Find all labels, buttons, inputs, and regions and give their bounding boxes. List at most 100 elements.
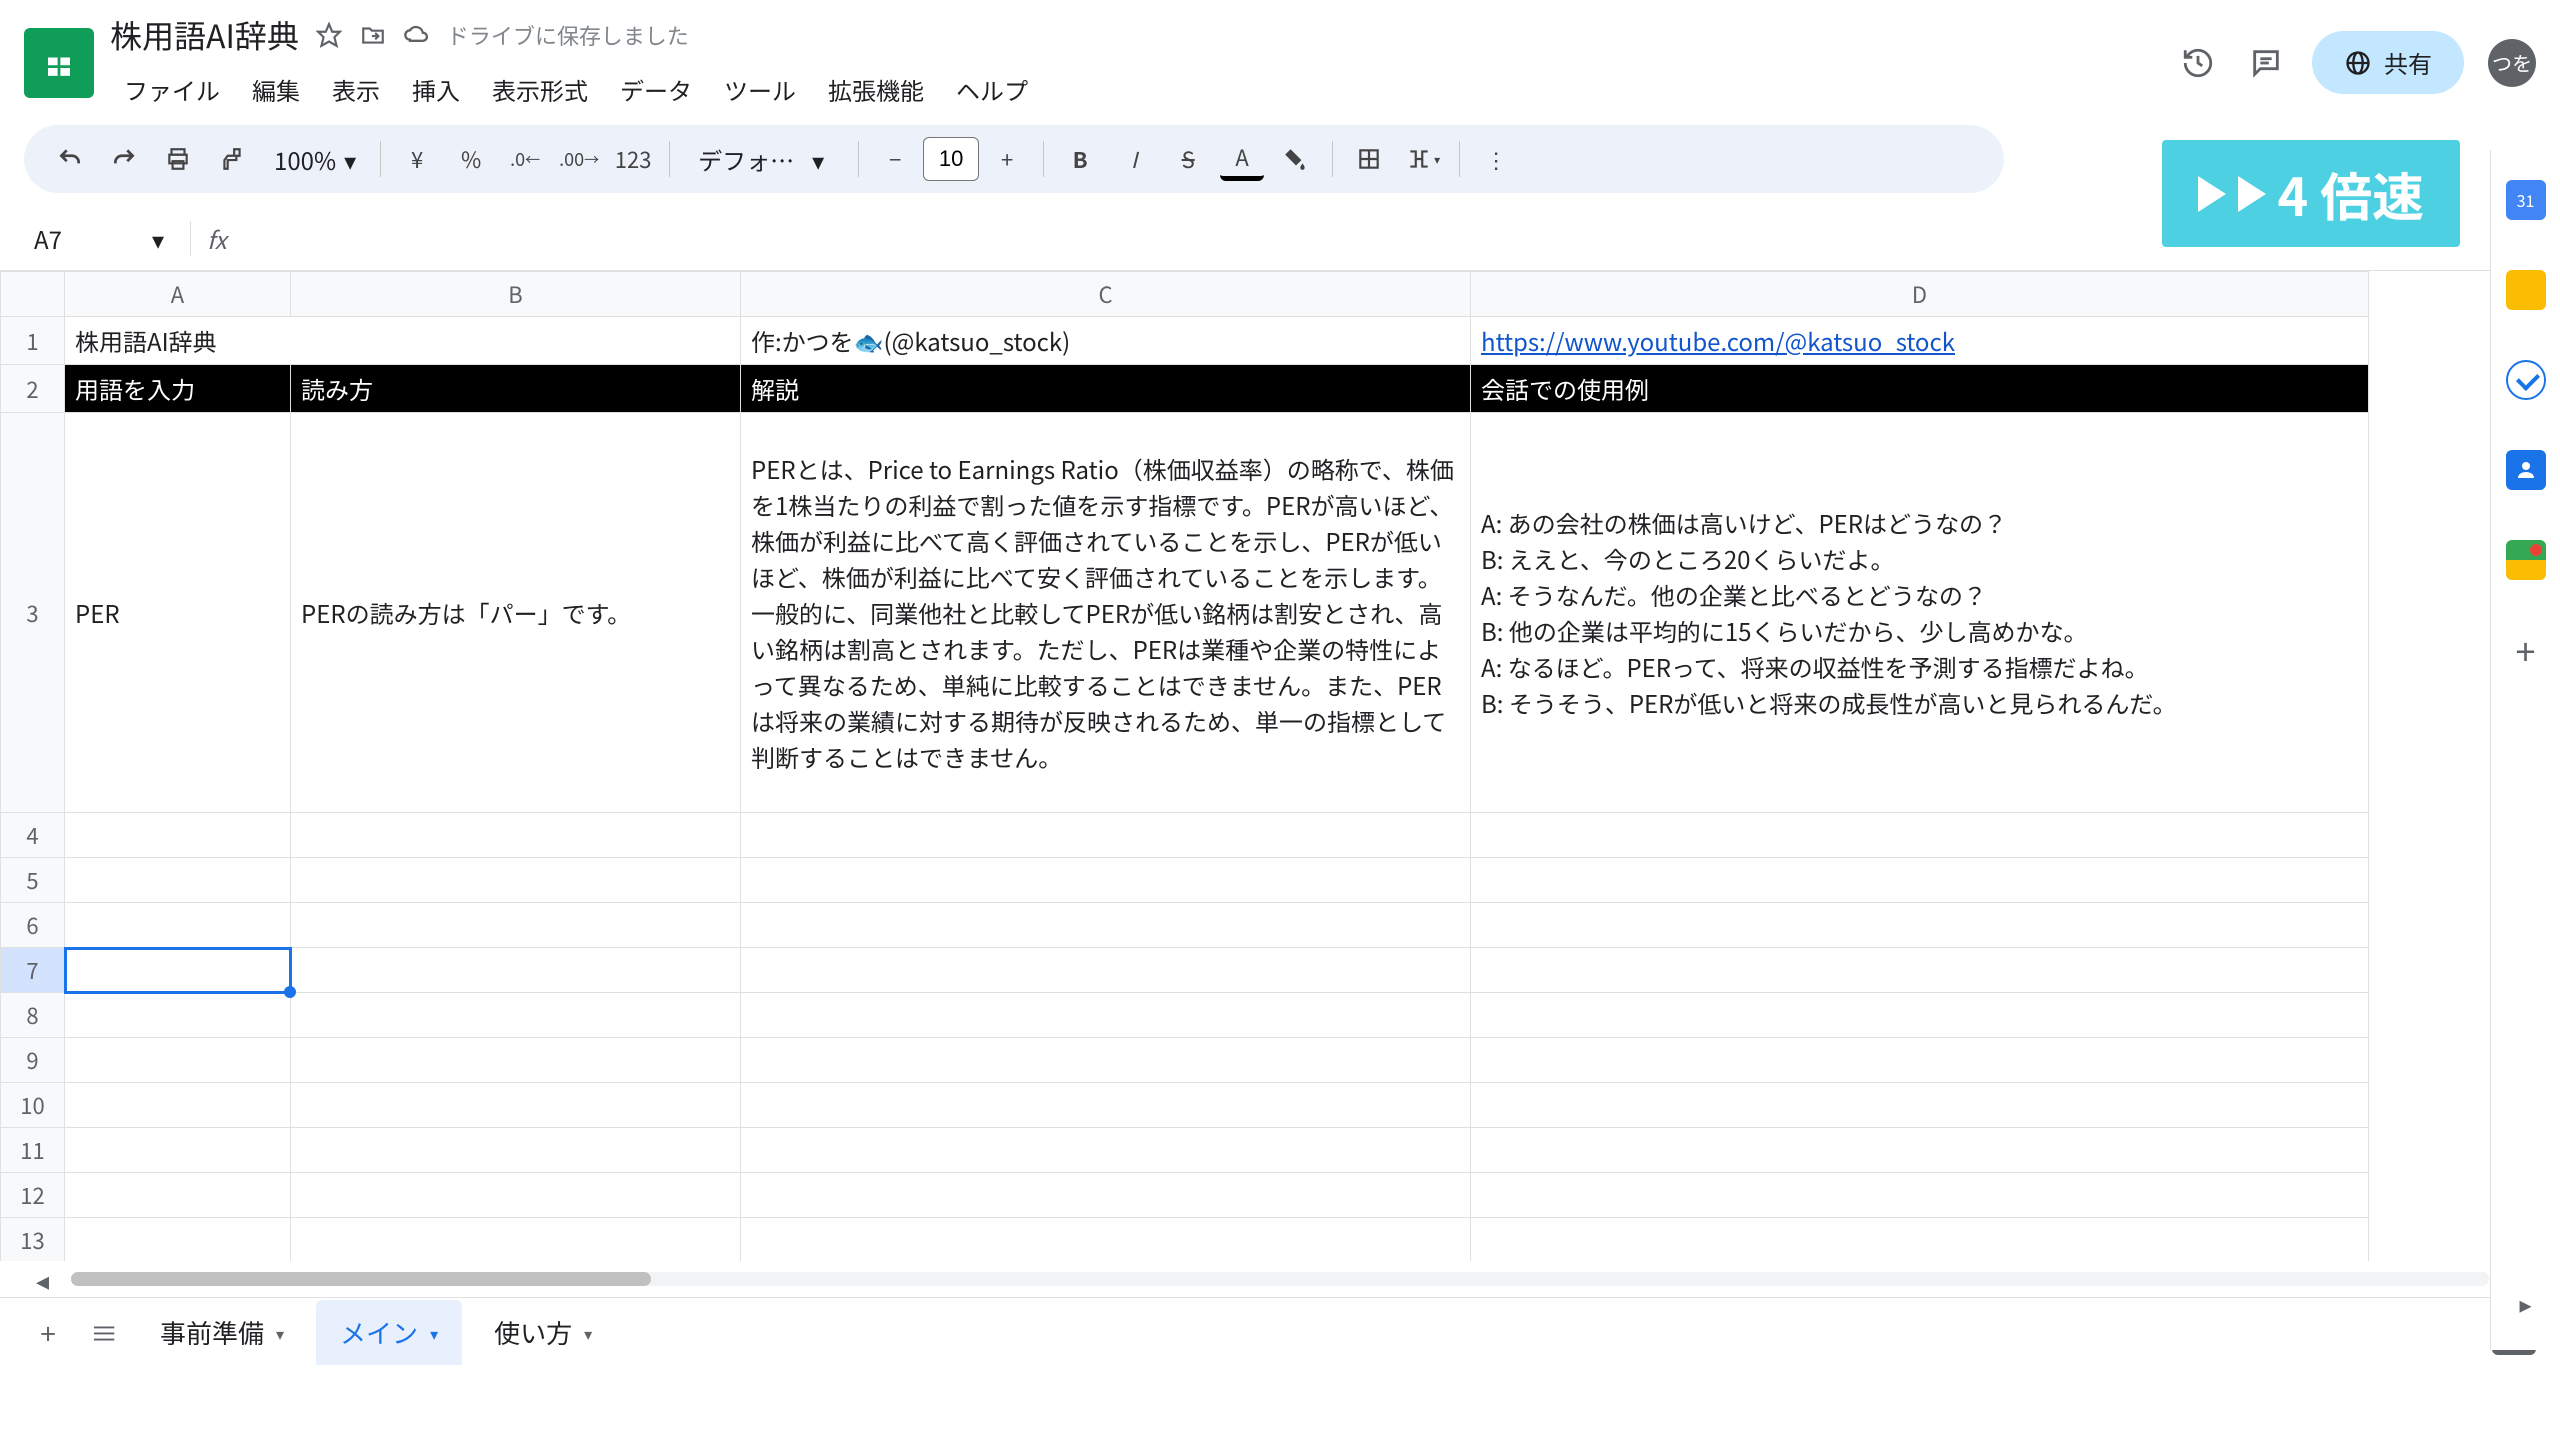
collapse-panel-icon[interactable]: ▸	[2519, 1285, 2531, 1320]
borders-button[interactable]	[1347, 137, 1391, 181]
cell[interactable]	[65, 1128, 291, 1173]
cell[interactable]	[65, 813, 291, 858]
tasks-icon[interactable]	[2506, 360, 2546, 400]
doc-title[interactable]: 株用語AI辞典	[110, 12, 299, 58]
menu-edit[interactable]: 編集	[238, 66, 314, 113]
star-icon[interactable]	[315, 21, 343, 49]
sheets-logo[interactable]	[24, 28, 94, 98]
cell[interactable]: A: あの会社の株価は高いけど、PERはどうなの？ B: ええと、今のところ20…	[1471, 413, 2369, 813]
menu-extensions[interactable]: 拡張機能	[814, 66, 938, 113]
col-header-C[interactable]: C	[741, 272, 1471, 317]
spreadsheet-grid[interactable]: A B C D 1 株用語AI辞典 作:かつを🐟(@katsuo_stock) …	[0, 271, 2369, 1261]
contacts-icon[interactable]	[2506, 450, 2546, 490]
cell-header[interactable]: 用語を入力	[65, 365, 291, 413]
cell-header[interactable]: 解説	[741, 365, 1471, 413]
print-button[interactable]	[156, 137, 200, 181]
cell-header[interactable]: 会話での使用例	[1471, 365, 2369, 413]
font-size-input[interactable]	[923, 137, 979, 181]
cell[interactable]	[65, 1083, 291, 1128]
cell[interactable]	[741, 948, 1471, 993]
add-addon-icon[interactable]: +	[2506, 630, 2546, 670]
italic-button[interactable]: I	[1112, 137, 1156, 181]
cell[interactable]	[741, 1038, 1471, 1083]
text-color-button[interactable]: A	[1220, 137, 1264, 181]
scroll-left-icon[interactable]: ◂	[24, 1261, 61, 1298]
cell[interactable]	[741, 1083, 1471, 1128]
row-header[interactable]: 6	[1, 903, 65, 948]
cloud-saved-icon[interactable]	[403, 21, 431, 49]
cell[interactable]	[741, 903, 1471, 948]
fill-color-button[interactable]	[1274, 137, 1318, 181]
menu-help[interactable]: ヘルプ	[942, 66, 1042, 113]
cell[interactable]	[291, 813, 741, 858]
row-header[interactable]: 1	[1, 317, 65, 365]
cell[interactable]	[1471, 948, 2369, 993]
more-toolbar-button[interactable]: ⋮	[1474, 137, 1518, 181]
menu-file[interactable]: ファイル	[110, 66, 234, 113]
share-button[interactable]: 共有	[2312, 31, 2464, 94]
cell[interactable]	[65, 903, 291, 948]
redo-button[interactable]	[102, 137, 146, 181]
cell[interactable]	[291, 1083, 741, 1128]
maps-icon[interactable]	[2506, 540, 2546, 580]
cell[interactable]: PER	[65, 413, 291, 813]
chevron-down-icon[interactable]: ▾	[584, 1321, 592, 1345]
cell[interactable]	[741, 1218, 1471, 1262]
sheet-tab-active[interactable]: メイン▾	[316, 1300, 462, 1365]
menu-tools[interactable]: ツール	[710, 66, 810, 113]
row-header[interactable]: 3	[1, 413, 65, 813]
select-all-corner[interactable]	[1, 272, 65, 317]
cell[interactable]	[65, 1038, 291, 1083]
cell[interactable]	[741, 858, 1471, 903]
scroll-thumb[interactable]	[71, 1272, 651, 1286]
decrease-decimal-button[interactable]: .0←	[503, 137, 547, 181]
cell[interactable]: 株用語AI辞典	[65, 317, 741, 365]
decrease-font-button[interactable]: −	[873, 137, 917, 181]
horizontal-scrollbar[interactable]: ◂ ▸	[0, 1261, 2560, 1297]
cell[interactable]: PERの読み方は「パー」です。	[291, 413, 741, 813]
row-header[interactable]: 13	[1, 1218, 65, 1262]
cell[interactable]	[1471, 1128, 2369, 1173]
row-header[interactable]: 5	[1, 858, 65, 903]
cell[interactable]: PERとは、Price to Earnings Ratio（株価収益率）の略称で…	[741, 413, 1471, 813]
cell[interactable]	[1471, 993, 2369, 1038]
cell[interactable]	[65, 993, 291, 1038]
account-avatar[interactable]: つを	[2488, 39, 2536, 87]
col-header-D[interactable]: D	[1471, 272, 2369, 317]
row-header[interactable]: 9	[1, 1038, 65, 1083]
menu-data[interactable]: データ	[606, 66, 706, 113]
move-folder-icon[interactable]	[359, 21, 387, 49]
cell[interactable]	[1471, 1173, 2369, 1218]
row-header[interactable]: 2	[1, 365, 65, 413]
row-header[interactable]: 12	[1, 1173, 65, 1218]
cell[interactable]	[1471, 813, 2369, 858]
cell[interactable]	[65, 858, 291, 903]
merge-cells-button[interactable]: ▾	[1401, 137, 1445, 181]
row-header[interactable]: 7	[1, 948, 65, 993]
cell[interactable]	[1471, 903, 2369, 948]
strikethrough-button[interactable]: S	[1166, 137, 1210, 181]
cell[interactable]	[291, 1128, 741, 1173]
cell[interactable]	[1471, 1038, 2369, 1083]
increase-font-button[interactable]: +	[985, 137, 1029, 181]
percent-button[interactable]: %	[449, 137, 493, 181]
history-icon[interactable]	[2176, 41, 2220, 85]
cell[interactable]	[291, 1173, 741, 1218]
currency-button[interactable]: ¥	[395, 137, 439, 181]
cell[interactable]	[741, 813, 1471, 858]
bold-button[interactable]: B	[1058, 137, 1102, 181]
row-header[interactable]: 4	[1, 813, 65, 858]
all-sheets-button[interactable]: ≡	[80, 1309, 128, 1357]
comment-icon[interactable]	[2244, 41, 2288, 85]
cell-link[interactable]: https://www.youtube.com/@katsuo_stock	[1471, 317, 2369, 365]
cell[interactable]	[741, 1173, 1471, 1218]
menu-format[interactable]: 表示形式	[478, 66, 602, 113]
chevron-down-icon[interactable]: ▾	[276, 1321, 284, 1345]
cell[interactable]	[741, 993, 1471, 1038]
cell[interactable]	[291, 1218, 741, 1262]
col-header-A[interactable]: A	[65, 272, 291, 317]
row-header[interactable]: 10	[1, 1083, 65, 1128]
cell[interactable]	[1471, 1218, 2369, 1262]
cell[interactable]	[291, 993, 741, 1038]
formula-bar-fx[interactable]: fx	[190, 221, 227, 256]
